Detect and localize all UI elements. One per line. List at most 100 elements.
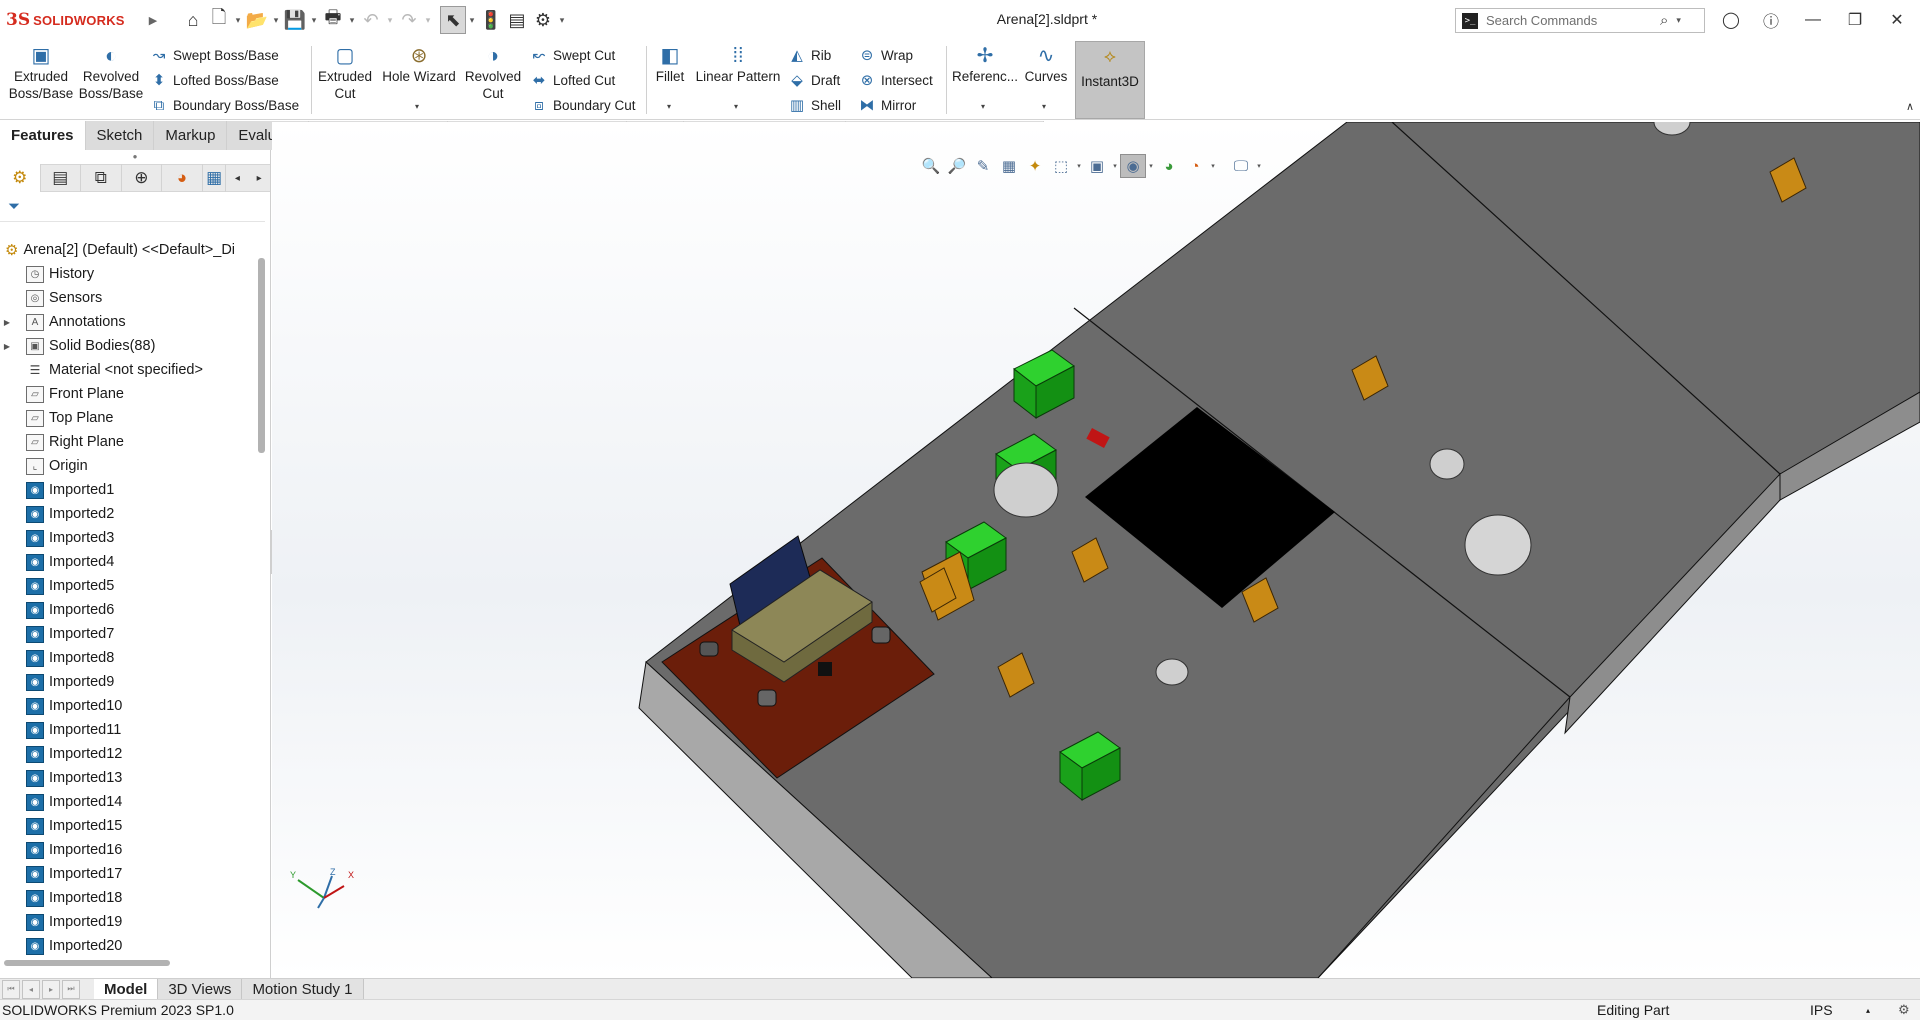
revolved-boss-button[interactable]: ◐ Revolved Boss/Base [78,44,144,102]
hole-wizard-button[interactable]: ⊛ Hole Wizard [380,44,458,85]
tree-root-part[interactable]: ⚙ Arena[2] (Default) <<Default>_Di [0,238,258,262]
section-view-icon[interactable]: ▦ [996,154,1022,178]
tree-item[interactable]: ◉ Imported2 [0,502,258,526]
select-pointer-icon[interactable]: ⬉ [440,6,466,34]
reference-geometry-button[interactable]: ✢ Referenc... [950,44,1020,85]
zoom-to-area-icon[interactable]: 🔎 [944,154,970,178]
tree-item[interactable]: ◉ Imported20 [0,934,258,958]
print-dropdown-icon[interactable]: ▾ [346,6,358,34]
print-icon[interactable]: 🖶 [320,6,346,34]
redo-dropdown-icon[interactable]: ▾ [422,6,434,34]
bottom-tab-3d-views[interactable]: 3D Views [158,978,243,1000]
view-settings-dropdown-icon[interactable]: ▾ [1254,154,1264,178]
hide-show-items-icon[interactable]: ◉ [1120,154,1146,178]
rib-button[interactable]: ◭ Rib [786,43,831,67]
display-style-icon[interactable]: ▣ [1084,154,1110,178]
tree-item[interactable]: ◷ History [0,262,258,286]
fillet-dropdown-icon[interactable]: ▾ [667,102,671,111]
instant3d-button[interactable]: ⟡ Instant3D [1075,41,1145,119]
dynamic-annotation-icon[interactable]: ✦ [1022,154,1048,178]
tree-item[interactable]: ▶ ▣ Solid Bodies(88) [0,334,258,358]
tree-filter[interactable]: ⏷ [0,192,265,222]
expand-arrow-icon[interactable]: ▶ [0,318,14,327]
tree-item[interactable]: ▱ Front Plane [0,382,258,406]
tree-item[interactable]: ◉ Imported18 [0,886,258,910]
restore-icon[interactable]: ❐ [1835,0,1875,40]
display-manager-tab-icon[interactable]: ◕ [162,164,203,192]
boundary-cut-button[interactable]: ⧈ Boundary Cut [528,93,635,117]
tree-item[interactable]: ◉ Imported17 [0,862,258,886]
tree-item[interactable]: ◉ Imported14 [0,790,258,814]
linear-pattern-button[interactable]: ⁞⁞ Linear Pattern [692,44,784,85]
close-icon[interactable]: ✕ [1877,0,1917,40]
tree-item[interactable]: ◉ Imported1 [0,478,258,502]
expand-arrow-icon[interactable]: ▶ [0,342,14,351]
linear-pattern-dropdown-icon[interactable]: ▾ [734,102,738,111]
tree-item[interactable]: ⌞ Origin [0,454,258,478]
tab-sketch[interactable]: Sketch [85,121,155,150]
solidworks-logo[interactable]: 3S SOLIDWORKS [0,0,140,40]
select-dropdown-icon[interactable]: ▾ [466,6,478,34]
tabs-right-arrow-icon[interactable]: ▸ [248,173,270,184]
tree-item[interactable]: ◉ Imported12 [0,742,258,766]
save-dropdown-icon[interactable]: ▾ [308,6,320,34]
unit-system-dropdown-icon[interactable]: ▴ [1866,1006,1870,1015]
options-dropdown-icon[interactable]: ▾ [556,6,568,34]
graphics-area[interactable]: 🔍 🔎 ✎ ▦ ✦ ⬚ ▾ ▣ ▾ ◉ ▾ ◕ ◔ ▾ 🖵 ▾ ◫ ▭ — ❐ … [272,122,1920,978]
tree-item[interactable]: ▶ A Annotations [0,310,258,334]
menu-expand-icon[interactable]: ▶ [140,6,166,34]
lofted-boss-button[interactable]: ⬍ Lofted Boss/Base [148,68,279,92]
property-manager-tab-icon[interactable]: ▤ [41,164,82,192]
edit-appearance-icon[interactable]: ◕ [1156,154,1182,178]
file-properties-icon[interactable]: ▤ [504,6,530,34]
save-icon[interactable]: 💾 [282,6,308,34]
search-icon[interactable]: ⌕ [1660,12,1668,29]
view-settings-icon[interactable]: 🖵 [1228,154,1254,178]
tree-vertical-scrollbar[interactable] [258,258,265,453]
view-orientation-dropdown-icon[interactable]: ▾ [1074,154,1084,178]
draft-button[interactable]: ⬙ Draft [786,68,840,92]
search-commands-box[interactable]: >_ ⌕ ▾ [1455,8,1705,33]
undo-dropdown-icon[interactable]: ▾ [384,6,396,34]
cam-tab-icon[interactable]: ▦ [203,164,227,192]
tabs-left-arrow-icon[interactable]: ◂ [226,173,248,184]
minimize-icon[interactable]: — [1793,0,1833,40]
new-dropdown-icon[interactable]: ▾ [232,6,244,34]
panel-grip-icon[interactable]: ● [0,150,270,164]
open-icon[interactable]: 📂 [244,6,270,34]
first-tab-icon[interactable]: ⏮ [2,979,20,999]
account-icon[interactable]: ◯ [1711,0,1751,40]
tree-item[interactable]: ◉ Imported7 [0,622,258,646]
tree-item[interactable]: ◉ Imported4 [0,550,258,574]
curves-dropdown-icon[interactable]: ▾ [1042,102,1046,111]
extruded-cut-button[interactable]: ▢ Extruded Cut [312,44,378,102]
swept-boss-button[interactable]: ↝ Swept Boss/Base [148,43,279,67]
previous-view-icon[interactable]: ✎ [970,154,996,178]
tree-item[interactable]: ☰ Material <not specified> [0,358,258,382]
reference-dropdown-icon[interactable]: ▾ [981,102,985,111]
last-tab-icon[interactable]: ⏭ [62,979,80,999]
help-icon[interactable]: ⓘ [1751,0,1791,40]
tree-item[interactable]: ◉ Imported9 [0,670,258,694]
intersect-button[interactable]: ⊗ Intersect [856,68,933,92]
lofted-cut-button[interactable]: ⬌ Lofted Cut [528,68,616,92]
tree-item[interactable]: ◉ Imported6 [0,598,258,622]
revolved-cut-button[interactable]: ◑ Revolved Cut [460,44,526,102]
dimxpert-tab-icon[interactable]: ⊕ [122,164,163,192]
hole-wizard-dropdown-icon[interactable]: ▾ [415,102,419,111]
tree-item[interactable]: ◉ Imported13 [0,766,258,790]
undo-icon[interactable]: ↶ [358,6,384,34]
tree-horizontal-scrollbar[interactable] [4,960,170,966]
configuration-manager-tab-icon[interactable]: ⧉ [81,164,122,192]
extruded-boss-button[interactable]: ▣ Extruded Boss/Base [8,44,74,102]
apply-scene-icon[interactable]: ◔ [1182,154,1208,178]
tree-item[interactable]: ◎ Sensors [0,286,258,310]
tree-item[interactable]: ▱ Top Plane [0,406,258,430]
open-dropdown-icon[interactable]: ▾ [270,6,282,34]
mirror-button[interactable]: ⧓ Mirror [856,93,917,117]
tree-item[interactable]: ◉ Imported15 [0,814,258,838]
tree-item[interactable]: ◉ Imported3 [0,526,258,550]
tab-markup[interactable]: Markup [154,121,228,150]
apply-scene-dropdown-icon[interactable]: ▾ [1208,154,1218,178]
bottom-tab-motion-study-1[interactable]: Motion Study 1 [242,978,364,1000]
